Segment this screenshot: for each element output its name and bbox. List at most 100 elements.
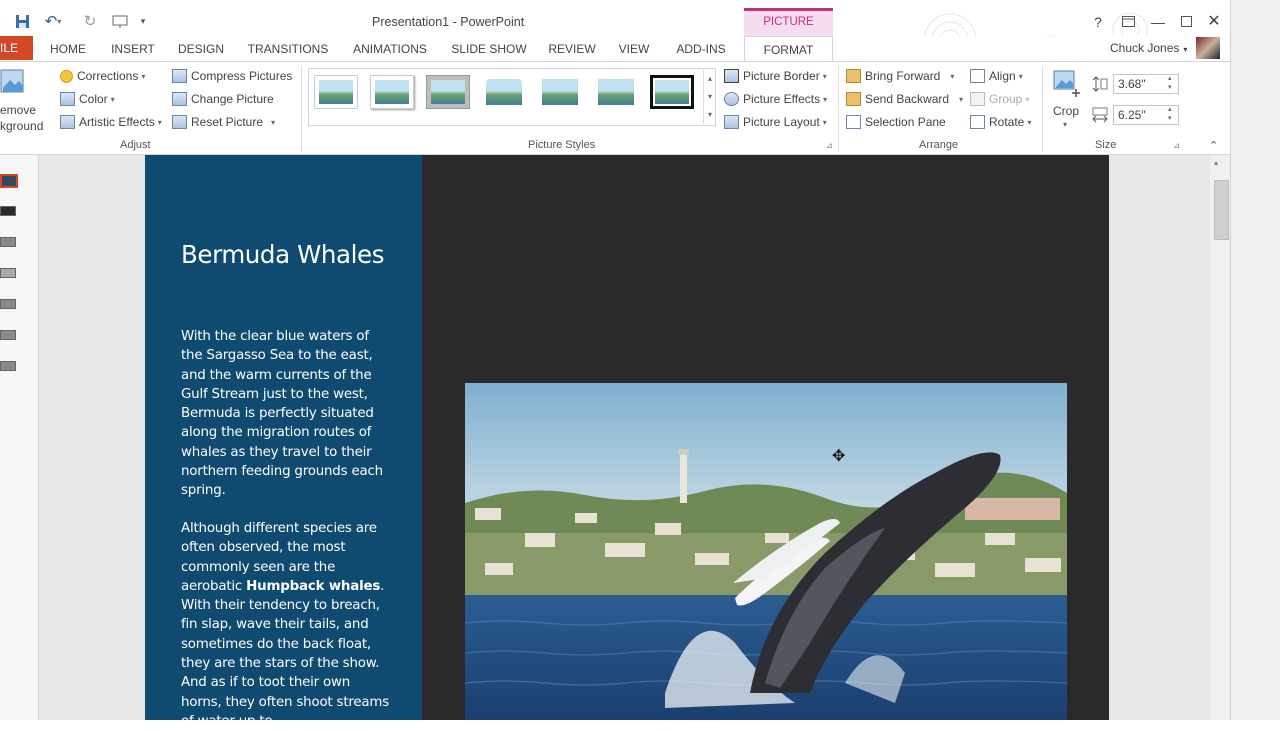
separator [301, 66, 302, 152]
remove-background-icon[interactable] [0, 68, 28, 94]
user-name[interactable]: Chuck Jones ▾ [1110, 41, 1187, 55]
gallery-scroll[interactable]: ▴ ▾ ▾ [703, 70, 716, 124]
slide-thumbnail-7[interactable] [0, 361, 16, 371]
selection-pane-icon [846, 115, 861, 129]
picture-tools-header: PICTURE TOOLS [744, 8, 833, 50]
slide-thumbnail-1[interactable] [0, 174, 18, 188]
tab-design[interactable]: DESIGN [174, 36, 228, 62]
separator [1042, 66, 1043, 152]
customize-qat-icon[interactable]: ▾ [137, 10, 149, 32]
picture-effects-label: Picture Effects [743, 92, 821, 106]
shape-width-icon [1092, 107, 1108, 123]
change-picture-icon [172, 92, 187, 106]
tab-add-ins[interactable]: ADD-INS [670, 36, 732, 62]
align-button[interactable]: Align ▾ [970, 66, 1023, 86]
minimize-icon[interactable]: — [1146, 12, 1170, 32]
slide-thumbnail-2[interactable] [0, 206, 16, 216]
picture-style-3[interactable] [426, 75, 470, 109]
send-backward-label: Send Backward [865, 92, 950, 106]
save-icon[interactable] [12, 10, 32, 32]
scrollbar-thumb[interactable] [1214, 180, 1229, 240]
scroll-up-icon[interactable]: ▴ [1214, 158, 1218, 167]
size-group-label: Size [1095, 139, 1117, 151]
shape-width-spinner[interactable]: ▴ ▾ [1168, 105, 1172, 123]
remove-background-label-2[interactable]: kground [0, 119, 43, 133]
tab-format[interactable]: FORMAT [744, 36, 833, 62]
ribbon-display-options-icon[interactable] [1116, 12, 1140, 32]
crop-icon[interactable] [1052, 69, 1082, 101]
avatar[interactable] [1196, 37, 1220, 59]
picture-border-icon [724, 69, 739, 83]
corrections-icon [60, 69, 73, 83]
crop-label[interactable]: Crop [1053, 104, 1079, 118]
slide-thumbnail-5[interactable] [0, 299, 16, 309]
picture-effects-button[interactable]: Picture Effects ▾ [724, 89, 827, 109]
bring-forward-button[interactable]: Bring Forward ▾ [846, 66, 954, 86]
whale-picture[interactable] [465, 383, 1067, 720]
color-icon [60, 92, 75, 106]
crop-dropdown-icon[interactable]: ▾ [1063, 120, 1067, 129]
maximize-icon[interactable] [1174, 12, 1198, 32]
picture-layout-label: Picture Layout [743, 115, 820, 129]
picture-layout-icon [724, 115, 739, 129]
desktop-background [1230, 0, 1280, 720]
picture-border-button[interactable]: Picture Border ▾ [724, 66, 827, 86]
picture-style-6[interactable] [594, 75, 638, 109]
reset-picture-button[interactable]: Reset Picture ▾ [172, 112, 275, 132]
remove-background-label-1[interactable]: emove [0, 103, 36, 117]
picture-style-4[interactable] [482, 75, 526, 109]
bring-forward-label: Bring Forward [865, 69, 941, 83]
group-button[interactable]: Group ▾ [970, 89, 1029, 109]
undo-icon[interactable]: ↶ ▾ [40, 10, 66, 32]
picture-style-5[interactable] [538, 75, 582, 109]
slide-thumbnail-3[interactable] [0, 237, 16, 247]
picture-effects-icon [724, 92, 739, 106]
picture-style-7[interactable] [650, 75, 694, 109]
color-label: Color [79, 92, 108, 106]
slide-paragraph-1[interactable]: With the clear blue waters of the Sargas… [181, 327, 391, 501]
corrections-button[interactable]: Corrections ▾ [60, 66, 145, 86]
tab-insert[interactable]: INSERT [108, 36, 158, 62]
slide-thumbnail-4[interactable] [0, 268, 16, 278]
close-icon[interactable]: ✕ [1202, 12, 1226, 32]
picture-layout-button[interactable]: Picture Layout ▾ [724, 112, 827, 132]
shape-height-spinner[interactable]: ▴ ▾ [1168, 74, 1172, 92]
move-cursor-icon: ✥ [832, 448, 846, 465]
dialog-launcher-icon[interactable]: ⊿ [826, 141, 833, 150]
send-backward-icon [846, 92, 861, 106]
group-icon [970, 92, 985, 106]
tab-review[interactable]: REVIEW [545, 36, 599, 62]
tab-slide-show[interactable]: SLIDE SHOW [448, 36, 530, 62]
change-picture-button[interactable]: Change Picture [172, 89, 274, 109]
user-name-label: Chuck Jones [1110, 41, 1180, 55]
rotate-button[interactable]: Rotate ▾ [970, 112, 1031, 132]
compress-label: Compress Pictures [191, 69, 293, 83]
slide-title[interactable]: Bermuda Whales [181, 240, 384, 269]
selection-pane-button[interactable]: Selection Pane [846, 112, 946, 132]
artistic-effects-button[interactable]: Artistic Effects ▾ [60, 112, 162, 132]
corrections-label: Corrections [77, 69, 139, 83]
tab-view[interactable]: VIEW [614, 36, 654, 62]
window-title: Presentation1 - PowerPoint [372, 15, 525, 29]
color-button[interactable]: Color ▾ [60, 89, 115, 109]
compress-pictures-button[interactable]: Compress Pictures [172, 66, 292, 86]
start-from-beginning-icon[interactable] [108, 10, 134, 32]
tab-transitions[interactable]: TRANSITIONS [244, 36, 332, 62]
help-button[interactable]: ? [1086, 12, 1110, 32]
picture-style-2[interactable] [370, 75, 414, 109]
compress-icon [172, 69, 187, 83]
slide-paragraph-2[interactable]: Although different species are often obs… [181, 519, 391, 731]
redo-icon[interactable]: ↻ [80, 10, 100, 32]
tab-animations[interactable]: ANIMATIONS [346, 36, 434, 62]
size-dialog-launcher-icon[interactable]: ⊿ [1173, 141, 1180, 150]
shape-height-icon [1092, 76, 1108, 92]
adjust-group-label: Adjust [120, 139, 151, 151]
picture-border-label: Picture Border [743, 69, 820, 83]
picture-style-1[interactable] [314, 75, 358, 109]
collapse-ribbon-icon[interactable]: ⌃ [1209, 139, 1218, 152]
slide-thumbnail-6[interactable] [0, 330, 16, 340]
send-backward-button[interactable]: Send Backward ▾ [846, 89, 963, 109]
slide-paragraph-2-bold: Humpback whales [246, 578, 381, 594]
tab-home[interactable]: HOME [44, 36, 92, 62]
tab-file[interactable]: ILE [0, 36, 33, 60]
